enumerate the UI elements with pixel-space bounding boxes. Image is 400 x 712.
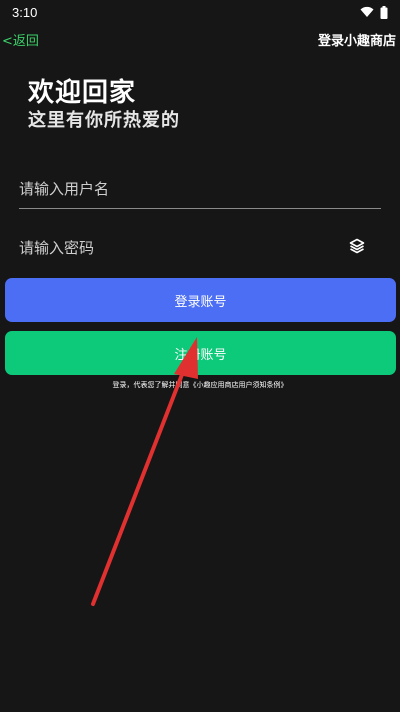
top-bar: <返回 登录小趣商店 xyxy=(0,28,400,50)
battery-icon xyxy=(380,5,388,19)
welcome-title: 欢迎回家 xyxy=(28,78,137,108)
login-button[interactable]: 登录账号 xyxy=(5,278,396,322)
agreement-text: 登录，代表您了解并同意《小趣应用商店用户须知条例》 xyxy=(112,381,288,389)
password-field xyxy=(19,228,381,268)
username-input[interactable] xyxy=(19,169,381,208)
app-title: 登录小趣商店 xyxy=(317,33,396,49)
username-field xyxy=(19,169,381,209)
status-time: 3:10 xyxy=(12,4,38,20)
login-screen: 3:10 <返回 登录小趣商店 欢迎回家 这里有你所热爱的 登录账号 xyxy=(0,0,400,712)
layers-icon[interactable] xyxy=(349,238,365,258)
register-button[interactable]: 注册账号 xyxy=(5,331,396,375)
status-bar: 3:10 xyxy=(0,0,400,24)
status-icons xyxy=(360,5,388,19)
back-button[interactable]: <返回 xyxy=(2,30,39,49)
welcome-subtitle: 这里有你所热爱的 xyxy=(28,110,180,131)
password-input[interactable] xyxy=(19,228,381,268)
wifi-icon xyxy=(360,6,374,17)
